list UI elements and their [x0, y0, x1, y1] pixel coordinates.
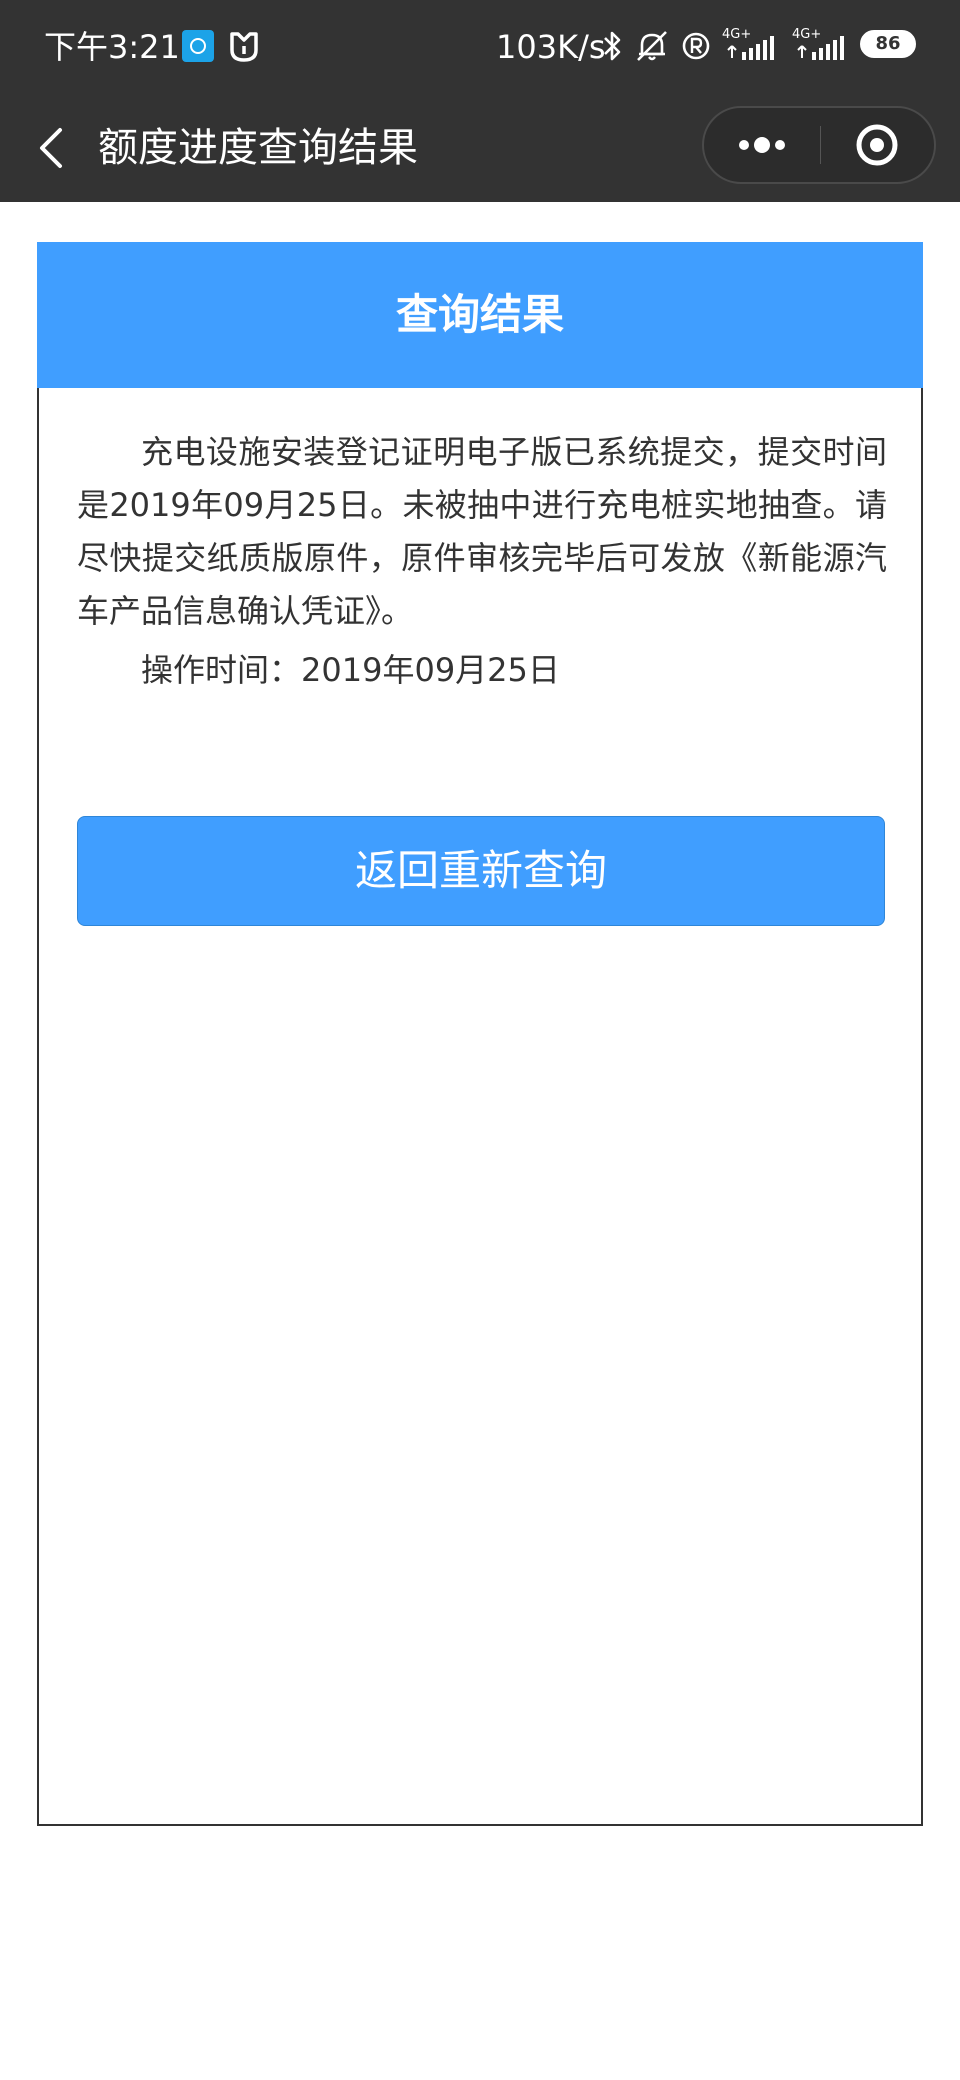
battery-level: 86	[875, 33, 901, 54]
card-header: 查询结果	[37, 242, 923, 388]
result-card: 查询结果 充电设施安装登记证明电子版已系统提交，提交时间是2019年09月25日…	[37, 242, 923, 1826]
chevron-left-icon[interactable]	[30, 120, 78, 176]
status-bar: 下午3:21 103K/s 4G+ 4G+ 86	[0, 0, 960, 96]
operation-time-value: 2019年09月25日	[301, 651, 560, 689]
operation-time-label: 操作时间：	[141, 651, 302, 689]
close-mini-program-button[interactable]	[821, 108, 934, 182]
signal-icon	[727, 36, 774, 60]
network-speed: 103K/s	[496, 28, 606, 66]
status-time: 下午3:21	[44, 28, 180, 66]
mi-home-icon	[230, 32, 258, 62]
nav-bar: 额度进度查询结果	[0, 96, 960, 202]
more-dots-icon	[739, 137, 785, 153]
battery-icon: 86	[860, 30, 916, 58]
app-notification-icon	[182, 30, 214, 62]
requery-button[interactable]: 返回重新查询	[77, 816, 885, 926]
mini-program-capsule	[702, 106, 936, 184]
result-text: 充电设施安装登记证明电子版已系统提交，提交时间是2019年09月25日。未被抽中…	[77, 433, 887, 630]
bluetooth-icon	[604, 31, 621, 61]
operation-time: 操作时间：2019年09月25日	[141, 644, 560, 697]
mute-icon	[637, 31, 667, 61]
registered-icon	[682, 32, 710, 60]
signal-icon	[797, 36, 844, 60]
target-close-icon	[856, 124, 898, 166]
page-title: 额度进度查询结果	[98, 125, 418, 171]
more-button[interactable]	[704, 108, 820, 182]
